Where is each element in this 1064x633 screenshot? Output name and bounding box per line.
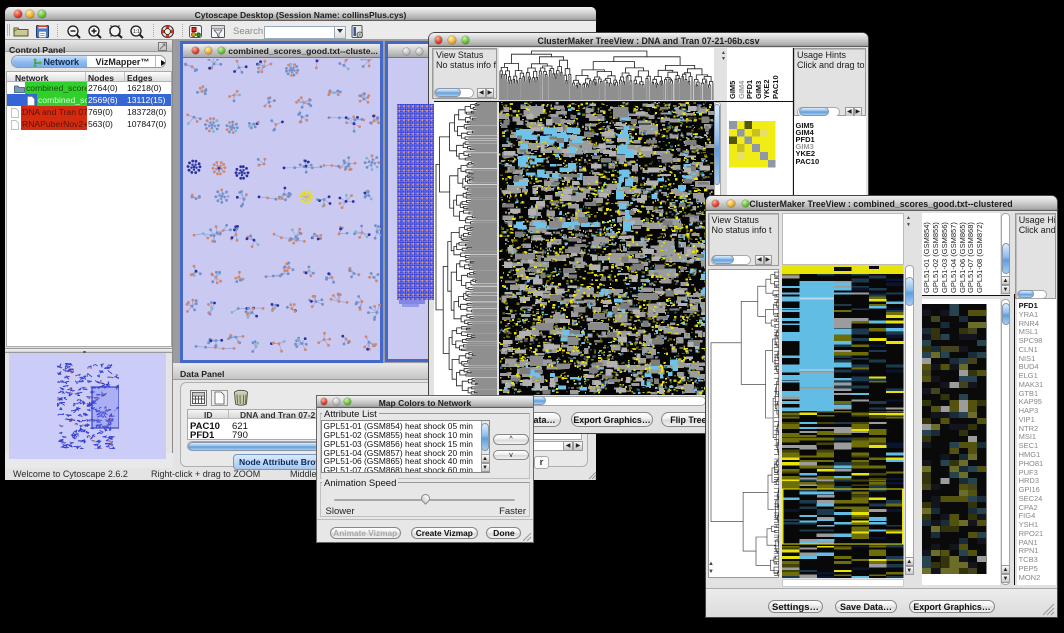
svg-text:1:1: 1:1: [133, 29, 140, 35]
